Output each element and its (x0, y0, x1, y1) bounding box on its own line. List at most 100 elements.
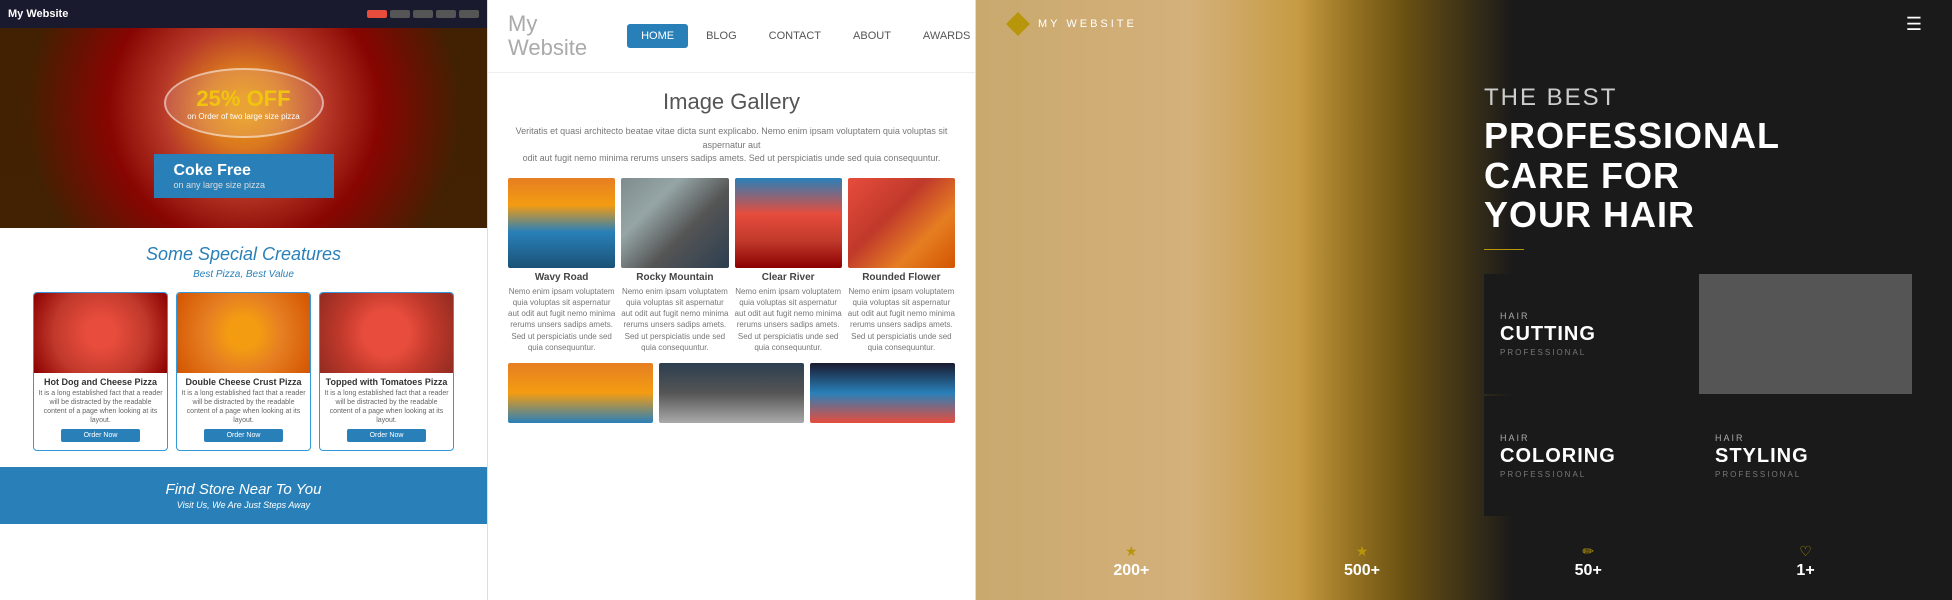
p1-card-1-image (34, 293, 167, 373)
p3-tagline-professional: PROFESSIONAL (1484, 116, 1912, 156)
p1-card-2-btn[interactable]: Order Now (204, 429, 284, 442)
p3-cutting-sub: PROFESSIONAL (1500, 348, 1681, 357)
p3-services-grid: HAIR CUTTING PROFESSIONAL HAIR COLORING … (1484, 274, 1912, 516)
p1-promo-text: on Order of two large size pizza (187, 112, 300, 121)
p1-hero: 25% OFF on Order of two large size pizza… (0, 28, 487, 228)
p2-image-5 (508, 363, 653, 423)
p2-image-2 (621, 178, 728, 268)
p1-site-title: My Website (8, 8, 68, 20)
p2-gallery-title: Image Gallery (508, 89, 955, 115)
p1-card-2-title: Double Cheese Crust Pizza (181, 377, 306, 387)
p2-images-row: Wavy Road Nemo enim ipsam voluptatem qui… (508, 178, 955, 353)
p1-card-2-image (177, 293, 310, 373)
p3-service-styling: HAIR STYLING PROFESSIONAL (1699, 396, 1912, 516)
p2-nav-home[interactable]: HOME (627, 24, 688, 48)
p3-stat-icon-3: ✏ (1575, 543, 1602, 560)
p3-logo: MY WEBSITE (1006, 12, 1137, 36)
p1-footer: Find Store Near To You Visit Us, We Are … (0, 467, 487, 524)
p3-photo-1 (1699, 274, 1912, 394)
panel3-hair-salon: MY WEBSITE ☰ THE BEST PROFESSIONAL CARE … (976, 0, 1952, 600)
p2-img-cell-3: Clear River Nemo enim ipsam voluptatem q… (735, 178, 842, 353)
p3-stat-num-4: 1+ (1796, 562, 1814, 580)
p1-nav-dot-3[interactable] (413, 10, 433, 18)
p1-card-3-btn[interactable]: Order Now (347, 429, 427, 442)
p1-card-1-desc: It is a long established fact that a rea… (38, 389, 163, 425)
p3-cutting-title: CUTTING (1500, 323, 1681, 346)
p1-coke-title: Coke Free (174, 162, 314, 180)
p3-header: MY WEBSITE ☰ (976, 0, 1952, 48)
p3-stat-num-2: 500+ (1344, 562, 1380, 580)
p3-stats-bar: ★ 200+ ★ 500+ ✏ 50+ ♡ 1+ (976, 543, 1952, 580)
p1-special-section: Some Special Creatures Best Pizza, Best … (0, 228, 487, 467)
p1-card-1-btn[interactable]: Order Now (61, 429, 141, 442)
p1-card-2-desc: It is a long established fact that a rea… (181, 389, 306, 425)
p1-coke-banner: Coke Free on any large size pizza (154, 154, 334, 198)
p2-img-desc-4: Nemo enim ipsam voluptatem quia voluptas… (848, 286, 955, 353)
p2-img-desc-2: Nemo enim ipsam voluptatem quia voluptas… (621, 286, 728, 353)
p2-img-label-2: Rocky Mountain (621, 272, 728, 283)
p1-special-sub: Best Pizza, Best Value (16, 269, 471, 280)
p2-img-desc-1: Nemo enim ipsam voluptatem quia voluptas… (508, 286, 615, 353)
p1-coke-sub: on any large size pizza (174, 180, 314, 190)
p2-img-label-1: Wavy Road (508, 272, 615, 283)
p3-hero-photo-overlay (976, 0, 1513, 600)
p3-hero-content: THE BEST PROFESSIONAL CARE FOR YOUR HAIR… (1464, 0, 1952, 600)
p2-image-3 (735, 178, 842, 268)
p1-nav-dot-2[interactable] (390, 10, 410, 18)
p1-footer-sub: Visit Us, We Are Just Steps Away (14, 500, 473, 510)
p3-stat-num-1: 200+ (1113, 562, 1149, 580)
p3-styling-title: STYLING (1715, 445, 1896, 468)
p1-footer-title: Find Store Near To You (14, 481, 473, 498)
p3-service-cutting: HAIR CUTTING PROFESSIONAL (1484, 274, 1697, 394)
p3-coloring-sub: PROFESSIONAL (1500, 470, 1681, 479)
p2-img-cell-4: Rounded Flower Nemo enim ipsam voluptate… (848, 178, 955, 353)
p2-logo: MyWebsite (508, 12, 587, 60)
p1-promo-percent: 25% OFF (196, 86, 290, 112)
p1-card-3-title: Topped with Tomatoes Pizza (324, 377, 449, 387)
p1-card-3-desc: It is a long established fact that a rea… (324, 389, 449, 425)
panel1-pizza-website: My Website 25% OFF on Order of two large… (0, 0, 488, 600)
p3-service-coloring: HAIR COLORING PROFESSIONAL (1484, 396, 1697, 516)
p1-special-title: Some Special Creatures (16, 244, 471, 265)
p3-stat-icon-4: ♡ (1796, 543, 1814, 560)
p2-nav-awards[interactable]: AWARDS (909, 24, 976, 48)
panel2-gallery-website: MyWebsite HOME BLOG CONTACT ABOUT AWARDS… (488, 0, 976, 600)
p3-stat-num-3: 50+ (1575, 562, 1602, 580)
p3-cutting-label: HAIR (1500, 311, 1681, 321)
p3-menu-icon[interactable]: ☰ (1906, 14, 1922, 35)
p1-nav-dot-5[interactable] (459, 10, 479, 18)
p2-nav: HOME BLOG CONTACT ABOUT AWARDS (627, 24, 976, 48)
p3-styling-sub: PROFESSIONAL (1715, 470, 1896, 479)
p3-styling-label: HAIR (1715, 433, 1896, 443)
p3-coloring-title: COLORING (1500, 445, 1681, 468)
p1-card-2: Double Cheese Crust Pizza It is a long e… (176, 292, 311, 451)
p2-img-label-4: Rounded Flower (848, 272, 955, 283)
p1-header: My Website (0, 0, 487, 28)
p3-tagline-yourhair: YOUR HAIR (1484, 195, 1912, 235)
p3-hero: THE BEST PROFESSIONAL CARE FOR YOUR HAIR… (976, 0, 1952, 600)
p2-nav-blog[interactable]: BLOG (692, 24, 751, 48)
p2-image-7 (810, 363, 955, 423)
p3-stat-1: ★ 200+ (1113, 543, 1149, 580)
p1-promo-oval: 25% OFF on Order of two large size pizza (164, 68, 324, 138)
p3-stat-icon-1: ★ (1113, 543, 1149, 560)
p1-nav-dot-1[interactable] (367, 10, 387, 18)
p3-coloring-label: HAIR (1500, 433, 1681, 443)
p2-gallery-desc: Veritatis et quasi architecto beatae vit… (508, 125, 955, 166)
p3-logo-text: MY WEBSITE (1038, 18, 1137, 30)
p2-image-6 (659, 363, 804, 423)
p2-header: MyWebsite HOME BLOG CONTACT ABOUT AWARDS (488, 0, 975, 73)
p3-divider (1484, 249, 1524, 250)
p2-nav-about[interactable]: ABOUT (839, 24, 905, 48)
p1-nav (367, 10, 479, 18)
p2-nav-contact[interactable]: CONTACT (755, 24, 835, 48)
p2-img-cell-2: Rocky Mountain Nemo enim ipsam voluptate… (621, 178, 728, 353)
p1-card-3-image (320, 293, 453, 373)
p1-card-1: Hot Dog and Cheese Pizza It is a long es… (33, 292, 168, 451)
p3-stat-3: ✏ 50+ (1575, 543, 1602, 580)
p3-tagline-light: THE BEST (1484, 84, 1912, 112)
p1-nav-dot-4[interactable] (436, 10, 456, 18)
p2-img-cell-1: Wavy Road Nemo enim ipsam voluptatem qui… (508, 178, 615, 353)
p2-image-4 (848, 178, 955, 268)
p2-images-row2 (508, 363, 955, 423)
